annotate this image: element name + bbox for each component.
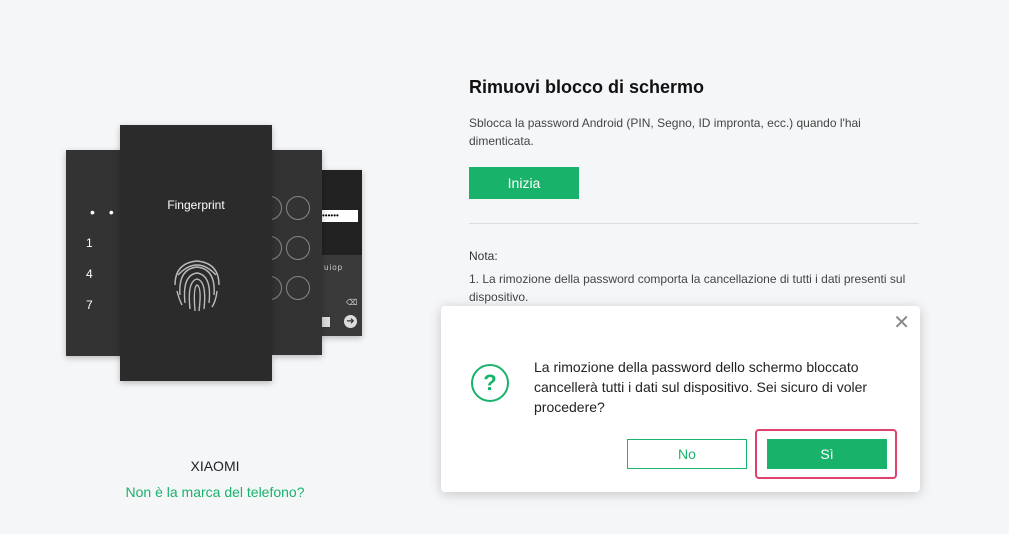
note-title: Nota: <box>469 249 498 263</box>
backspace-icon: ⌫ <box>346 298 358 307</box>
question-icon: ? <box>471 364 509 402</box>
enter-arrow-icon: ➜ <box>344 315 357 328</box>
start-button[interactable]: Inizia <box>469 167 579 199</box>
pin-key: 7 <box>86 298 93 312</box>
password-field-preview: •••••• <box>320 210 358 222</box>
yes-button[interactable]: Sì <box>767 439 887 469</box>
dialog-message: La rimozione della password dello scherm… <box>534 359 868 415</box>
keyboard-keys: uiop <box>324 263 344 272</box>
pattern-dot <box>286 276 310 300</box>
pattern-dot <box>286 236 310 260</box>
fingerprint-icon <box>174 260 220 312</box>
keyboard-screen: •••••• uiop ⌫ ➜ <box>320 170 362 336</box>
pin-key: 4 <box>86 267 93 281</box>
page-title: Rimuovi blocco di schermo <box>469 77 705 97</box>
pattern-dot <box>272 276 282 300</box>
pattern-screen <box>272 150 322 355</box>
no-button[interactable]: No <box>627 439 747 469</box>
fingerprint-label: Fingerprint <box>167 198 225 212</box>
phone-illustration: •••••• uiop ⌫ ➜ •• 1 4 7 Fingerprint <box>60 120 370 390</box>
pattern-dot <box>286 196 310 220</box>
close-icon[interactable]: ✕ <box>893 310 910 335</box>
confirm-dialog: ✕ ? La rimozione della password dello sc… <box>441 306 920 492</box>
page-description: Sblocca la password Android (PIN, Segno,… <box>469 116 861 148</box>
pin-key: 1 <box>86 236 93 250</box>
divider <box>469 223 919 224</box>
fingerprint-screen: Fingerprint <box>120 125 272 381</box>
device-brand: XIAOMI <box>190 458 240 474</box>
change-brand-link[interactable]: Non è la marca del telefono? <box>100 484 330 500</box>
pattern-dot <box>272 236 282 260</box>
pattern-dot <box>272 196 282 220</box>
note-text: 1. La rimozione della password comporta … <box>469 272 906 304</box>
